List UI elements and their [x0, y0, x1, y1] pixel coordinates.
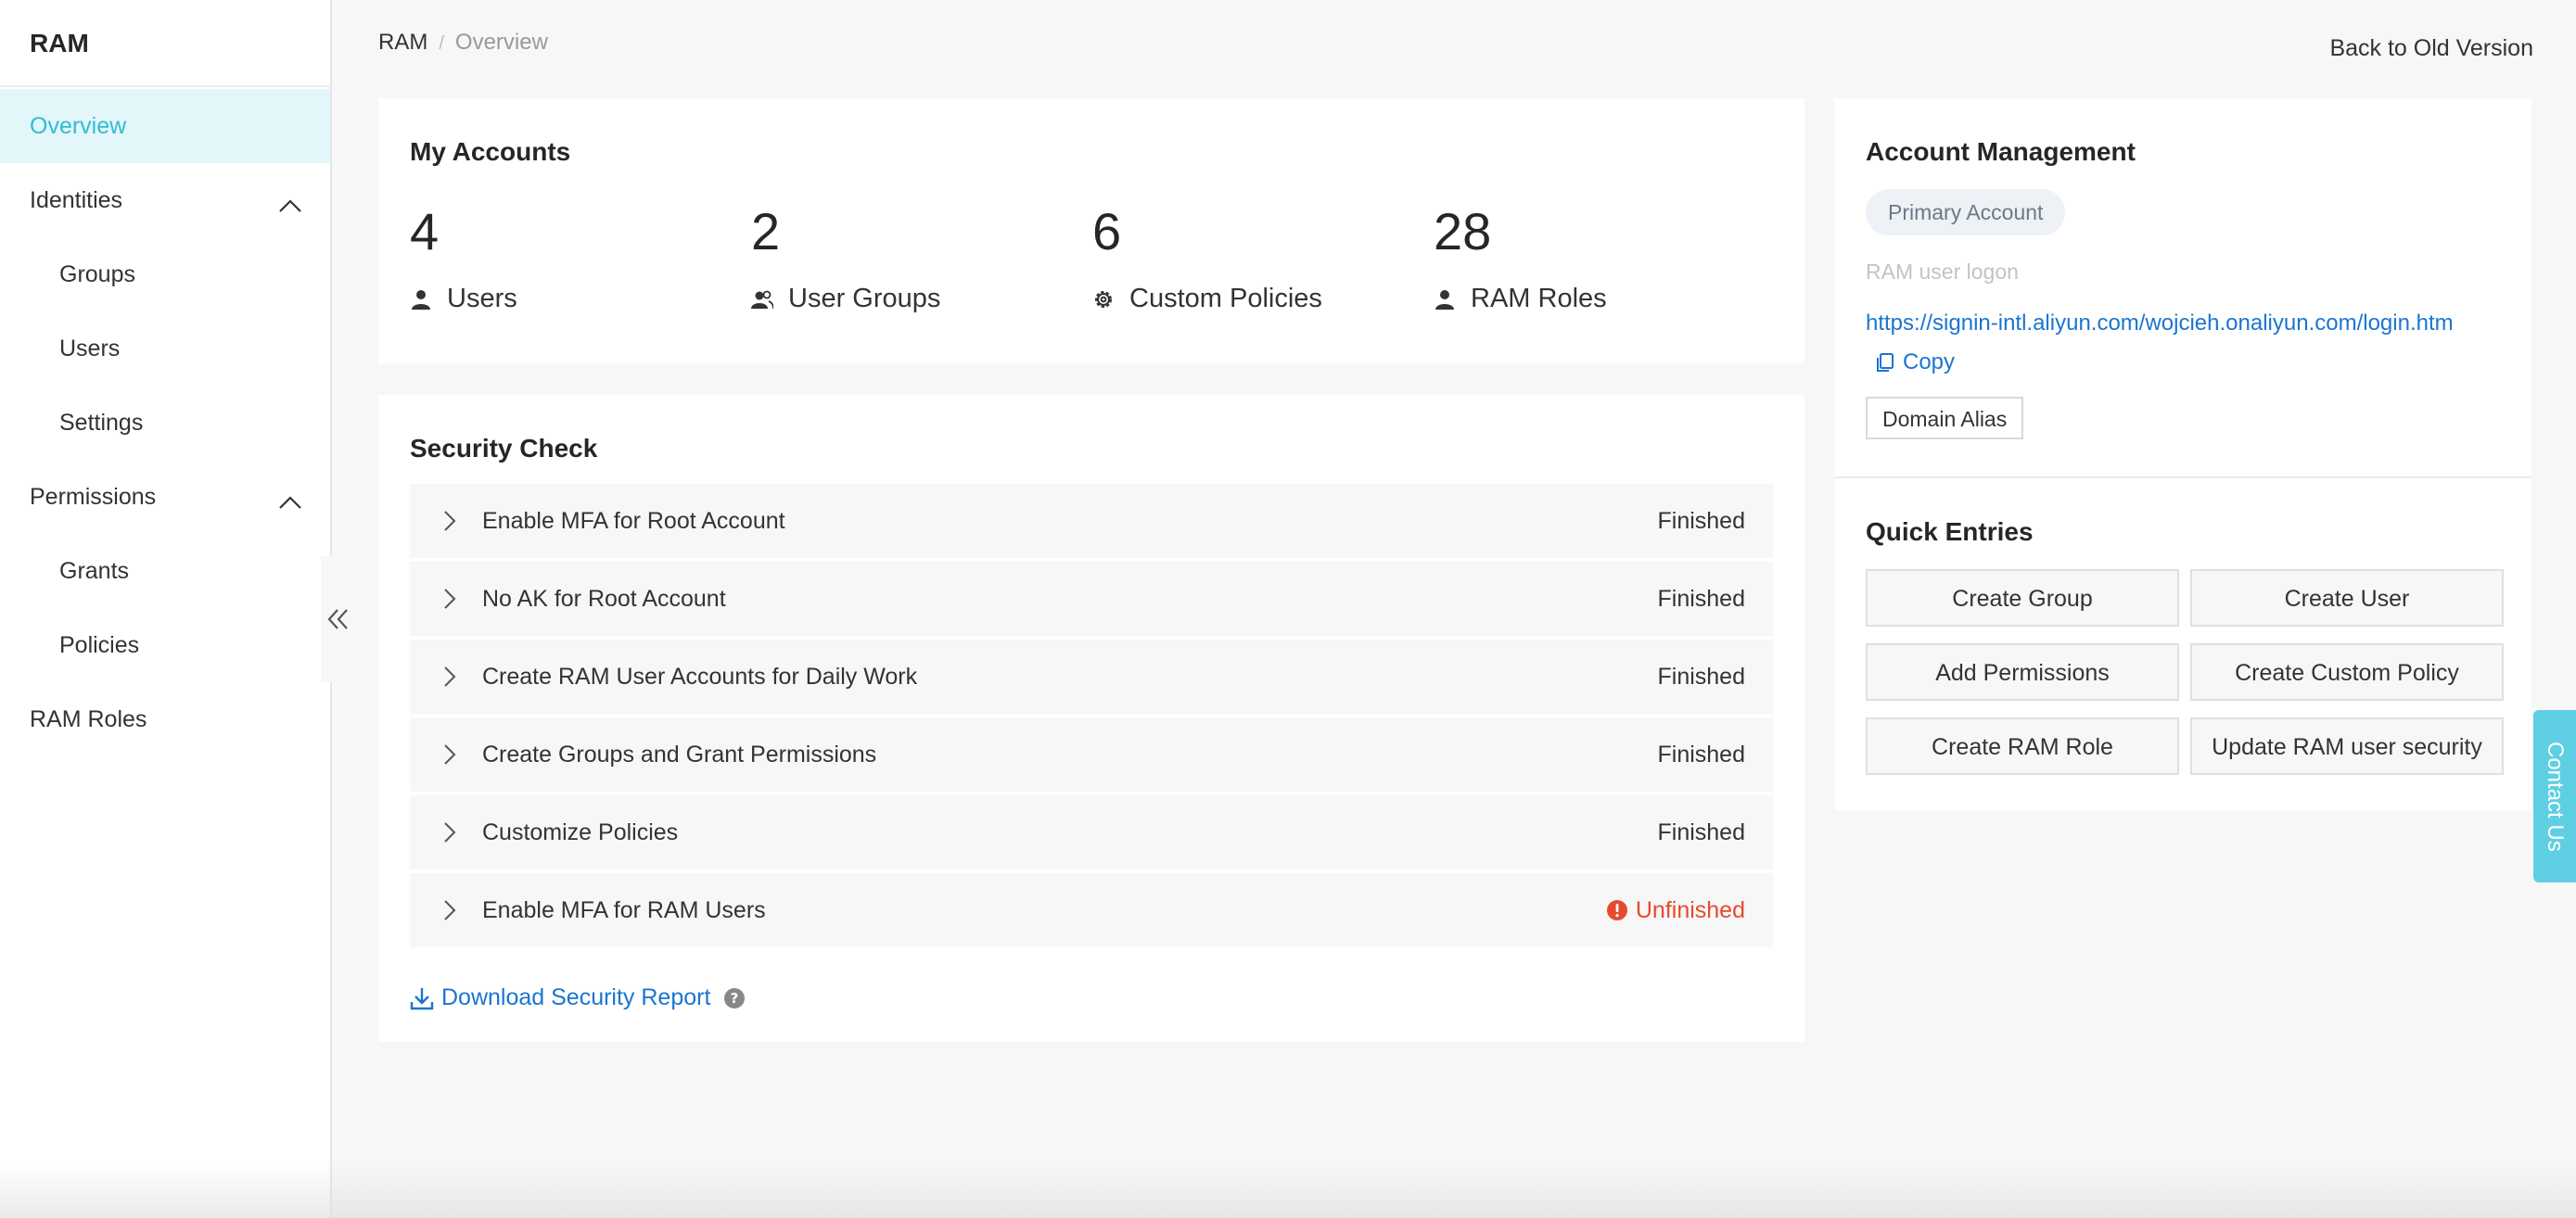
sidebar-item-overview[interactable]: Overview: [0, 89, 330, 163]
download-security-report-link[interactable]: Download Security Report ?: [410, 984, 746, 1011]
sidebar-item-identities[interactable]: Identities: [0, 163, 330, 237]
sidebar-item-users[interactable]: Users: [0, 311, 330, 386]
security-item-customize-policies[interactable]: Customize Policies Finished: [410, 795, 1773, 869]
stat-label: RAM Roles: [1471, 284, 1607, 313]
security-check-list: Enable MFA for Root Account Finished No …: [410, 484, 1773, 951]
chevron-right-icon: [444, 511, 456, 531]
security-item-status: Unfinished: [1606, 897, 1745, 924]
sidebar-item-ram-roles[interactable]: RAM Roles: [0, 682, 330, 756]
sidebar-item-policies[interactable]: Policies: [0, 608, 330, 682]
security-item-name: Create RAM User Accounts for Daily Work: [482, 663, 918, 690]
sidebar-collapse-toggle[interactable]: [321, 556, 356, 682]
download-label: Download Security Report: [441, 984, 711, 1010]
security-item-mfa-ram-users[interactable]: Enable MFA for RAM Users Unfinished: [410, 873, 1773, 947]
breadcrumb: RAM / Overview: [378, 30, 548, 56]
sidebar: RAM Overview Identities Groups Users Set…: [0, 0, 332, 1218]
sidebar-item-groups[interactable]: Groups: [0, 237, 330, 311]
security-item-no-ak-root[interactable]: No AK for Root Account Finished: [410, 562, 1773, 636]
create-ram-role-button[interactable]: Create RAM Role: [1866, 717, 2179, 775]
my-accounts-card: My Accounts 4 Users 2 User Groups 6 Cust…: [378, 98, 1804, 363]
chevron-right-icon: [444, 822, 456, 843]
primary-account-badge: Primary Account: [1866, 189, 2066, 235]
stat-users[interactable]: 4 Users: [410, 198, 744, 314]
chevron-right-icon: [444, 589, 456, 609]
security-item-ram-user-accounts[interactable]: Create RAM User Accounts for Daily Work …: [410, 640, 1773, 714]
copy-label: Copy: [1903, 349, 1956, 374]
download-icon: [410, 987, 434, 1009]
logon-label: RAM user logon: [1866, 260, 2019, 284]
security-item-status: Finished: [1657, 585, 1746, 612]
card-title: Quick Entries: [1866, 517, 2034, 546]
card-title: My Accounts: [410, 137, 571, 166]
sidebar-item-permissions[interactable]: Permissions: [0, 460, 330, 534]
update-ram-user-security-button[interactable]: Update RAM user security: [2190, 717, 2504, 775]
copy-button[interactable]: Copy: [1875, 343, 1955, 382]
security-item-name: Create Groups and Grant Permissions: [482, 741, 877, 768]
double-chevron-left-icon: [327, 609, 348, 629]
quick-entries-card: Quick Entries Create Group Create User A…: [1834, 476, 2531, 810]
security-item-name: Enable MFA for Root Account: [482, 507, 785, 534]
sidebar-item-label: Identities: [30, 187, 123, 213]
sidebar-item-label: Permissions: [30, 484, 157, 510]
security-item-mfa-root[interactable]: Enable MFA for Root Account Finished: [410, 484, 1773, 558]
breadcrumb-current: Overview: [454, 30, 548, 55]
create-user-button[interactable]: Create User: [2190, 569, 2504, 627]
logon-url: https://signin-intl.aliyun.com/wojcieh.o…: [1866, 304, 2506, 386]
stat-value: 28: [1434, 202, 1492, 260]
sidebar-title: RAM: [0, 0, 330, 87]
stat-custom-policies[interactable]: 6 Custom Policies: [1092, 198, 1426, 314]
card-title: Account Management: [1866, 137, 2136, 166]
security-item-status: Finished: [1657, 663, 1746, 690]
chevron-right-icon: [444, 900, 456, 920]
copy-icon: [1877, 353, 1894, 372]
stat-label: Custom Policies: [1129, 284, 1322, 313]
security-check-card: Security Check Enable MFA for Root Accou…: [378, 395, 1804, 1042]
chevron-right-icon: [444, 666, 456, 687]
back-to-old-version-link[interactable]: Back to Old Version: [2329, 35, 2533, 62]
breadcrumb-root[interactable]: RAM: [378, 30, 427, 55]
chevron-up-icon: [279, 496, 301, 509]
contact-us-tab[interactable]: Contact Us: [2533, 710, 2576, 882]
security-item-name: Enable MFA for RAM Users: [482, 896, 766, 923]
security-item-status: Finished: [1657, 818, 1746, 845]
stat-user-groups[interactable]: 2 User Groups: [751, 198, 1085, 314]
svg-text:?: ?: [731, 990, 739, 1007]
stat-value: 4: [410, 202, 440, 260]
user-group-icon: [751, 290, 773, 309]
bottom-shadow: [0, 1162, 2576, 1218]
chevron-up-icon: [279, 199, 301, 212]
create-custom-policy-button[interactable]: Create Custom Policy: [2190, 643, 2504, 701]
chevron-right-icon: [444, 744, 456, 765]
security-item-name: No AK for Root Account: [482, 585, 726, 612]
security-item-status: Finished: [1657, 741, 1746, 768]
domain-alias-button[interactable]: Domain Alias: [1866, 397, 2024, 439]
user-icon: [412, 289, 430, 310]
quick-entries-grid: Create Group Create User Add Permissions…: [1866, 569, 2504, 775]
stat-label: User Groups: [788, 284, 941, 313]
security-item-name: Customize Policies: [482, 818, 679, 845]
exclamation-circle-icon: [1606, 900, 1627, 920]
breadcrumb-separator: /: [439, 33, 444, 54]
logon-url-link[interactable]: https://signin-intl.aliyun.com/wojcieh.o…: [1866, 311, 2454, 336]
sidebar-item-grants[interactable]: Grants: [0, 534, 330, 608]
security-item-groups-permissions[interactable]: Create Groups and Grant Permissions Fini…: [410, 717, 1773, 792]
add-permissions-button[interactable]: Add Permissions: [1866, 643, 2179, 701]
create-group-button[interactable]: Create Group: [1866, 569, 2179, 627]
sidebar-item-settings[interactable]: Settings: [0, 386, 330, 460]
stat-value: 2: [751, 202, 781, 260]
card-title: Security Check: [410, 434, 598, 463]
user-icon: [1435, 289, 1454, 310]
gear-icon: [1095, 290, 1112, 308]
stat-label: Users: [447, 284, 517, 313]
stat-value: 6: [1092, 202, 1122, 260]
account-management-card: Account Management Primary Account RAM u…: [1834, 98, 2531, 476]
security-item-status: Finished: [1657, 507, 1746, 534]
question-circle-icon[interactable]: ?: [723, 987, 746, 1009]
stat-ram-roles[interactable]: 28 RAM Roles: [1434, 198, 1767, 314]
